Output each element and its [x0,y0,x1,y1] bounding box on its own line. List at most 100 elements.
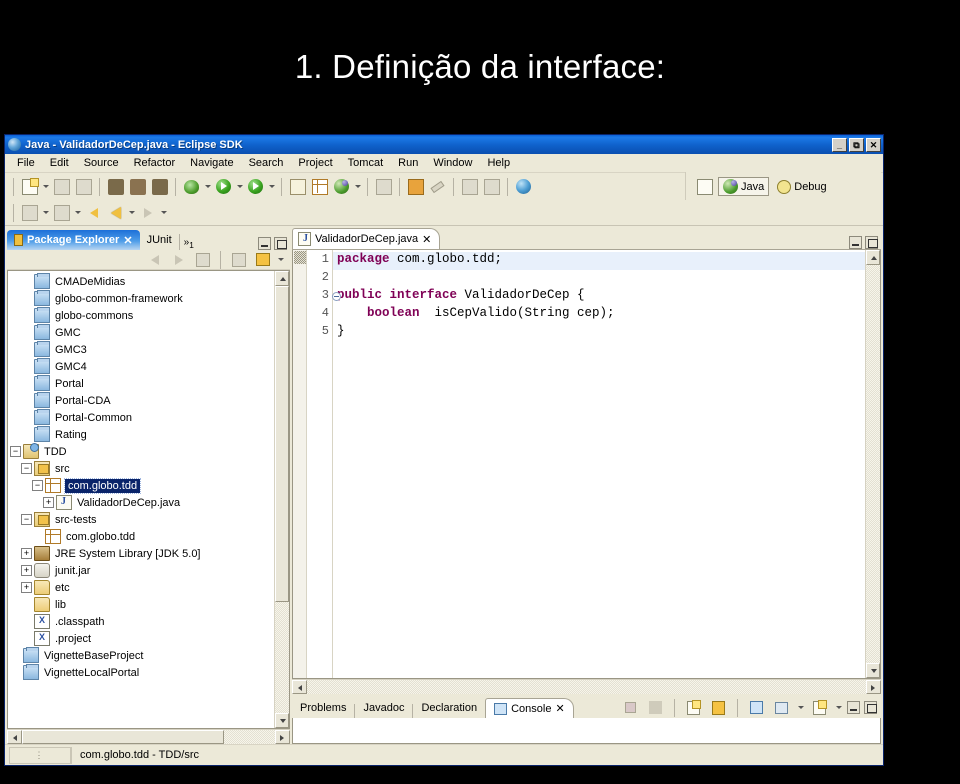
tomcat-restart-icon[interactable] [149,176,170,197]
menu-run[interactable]: Run [391,155,425,171]
run-icon[interactable] [213,176,234,197]
restore-button[interactable]: ⧉ [849,137,864,152]
back-icon[interactable] [105,202,126,223]
editor-tab-validadordecep[interactable]: ValidadorDeCep.java ✕ [292,228,441,249]
open-console-icon[interactable] [809,697,830,718]
save-icon[interactable] [51,176,72,197]
tab-overflow-chevron-icon[interactable]: »1 [180,237,198,250]
close-icon[interactable]: ✕ [555,702,564,715]
tomcat-start-icon[interactable] [105,176,126,197]
source-code[interactable]: package com.globo.tdd; public interface V… [333,250,865,678]
scroll-track[interactable] [275,286,289,713]
open-type-icon[interactable] [373,176,394,197]
back-dropdown-icon[interactable] [127,202,136,223]
minimize-view-button[interactable] [258,237,271,250]
editor-horizontal-scrollbar[interactable] [292,679,881,694]
menu-help[interactable]: Help [480,155,517,171]
tab-javadoc[interactable]: Javadoc [355,698,412,718]
run-external-tools-icon[interactable] [245,176,266,197]
tree-expand-toggle[interactable]: + [21,582,32,593]
new-java-project-icon[interactable] [287,176,308,197]
tree-item[interactable]: lib [8,596,274,613]
tree-item[interactable]: Rating [8,426,274,443]
search-icon[interactable] [405,176,426,197]
tree-item[interactable]: − com.globo.tdd [8,477,274,494]
tomcat-stop-icon[interactable] [127,176,148,197]
menu-file[interactable]: File [10,155,42,171]
tree-expand-toggle[interactable]: + [21,548,32,559]
restore-console-button[interactable] [847,701,860,714]
previous-annotation-icon[interactable] [51,202,72,223]
scroll-up-button[interactable] [866,250,880,265]
close-icon[interactable]: ✕ [422,233,431,246]
open-perspective-icon[interactable] [694,176,715,197]
link-with-editor-icon[interactable] [252,249,273,270]
scroll-track[interactable] [866,265,880,663]
scroll-right-button[interactable] [275,730,290,744]
tab-problems[interactable]: Problems [292,698,354,718]
tree-item[interactable]: − src [8,460,274,477]
tree-collapse-toggle[interactable]: − [32,480,43,491]
scroll-left-button[interactable] [7,730,22,744]
tree-item[interactable]: + ValidadorDeCep.java [8,494,274,511]
scroll-right-button[interactable] [866,680,881,694]
forward-icon[interactable] [137,202,158,223]
tree-item[interactable]: VignetteLocalPortal [8,664,274,681]
new-class-dropdown-icon[interactable] [353,176,362,197]
menu-tomcat[interactable]: Tomcat [341,155,390,171]
print-icon[interactable] [73,176,94,197]
tree-item[interactable]: GMC3 [8,341,274,358]
menu-source[interactable]: Source [77,155,126,171]
tree-item[interactable]: − src-tests [8,511,274,528]
next-annotation-dropdown-icon[interactable] [41,202,50,223]
tree-item[interactable]: globo-common-framework [8,290,274,307]
clear-console-icon[interactable] [683,697,704,718]
tree-item[interactable]: VignetteBaseProject [8,647,274,664]
back-icon[interactable] [144,249,165,270]
remove-all-terminated-icon[interactable] [645,697,666,718]
tree-item[interactable]: com.globo.tdd [8,528,274,545]
terminate-icon[interactable] [620,697,641,718]
tree-item[interactable]: .classpath [8,613,274,630]
display-console-dropdown-icon[interactable] [796,697,805,718]
pin-editor-icon[interactable] [459,176,480,197]
maximize-console-button[interactable] [864,701,877,714]
tree-expand-toggle[interactable]: + [43,497,54,508]
tree-item[interactable]: Portal-CDA [8,392,274,409]
edit-icon[interactable] [427,176,448,197]
package-explorer-tree[interactable]: CMADeMidias globo-common-framework globo-c… [8,271,274,728]
close-icon[interactable]: ✕ [123,234,132,247]
tree-item[interactable]: + JRE System Library [JDK 5.0] [8,545,274,562]
minimize-button[interactable]: _ [832,137,847,152]
next-annotation-icon[interactable] [19,202,40,223]
tree-expand-toggle[interactable]: + [21,565,32,576]
menu-refactor[interactable]: Refactor [127,155,183,171]
tree-collapse-toggle[interactable]: − [21,463,32,474]
menu-edit[interactable]: Edit [43,155,76,171]
maximize-editor-button[interactable] [865,236,878,249]
scroll-thumb[interactable] [22,730,225,744]
tree-item[interactable]: Portal-Common [8,409,274,426]
tree-collapse-toggle[interactable]: − [10,446,21,457]
up-icon[interactable] [192,249,213,270]
tree-item[interactable]: − TDD [8,443,274,460]
new-wizard-dropdown-icon[interactable] [41,176,50,197]
new-package-icon[interactable] [309,176,330,197]
forward-dropdown-icon[interactable] [159,202,168,223]
tree-item[interactable]: + etc [8,579,274,596]
console-output-panel[interactable] [292,718,881,744]
menu-project[interactable]: Project [291,155,339,171]
perspective-java[interactable]: Java [718,177,770,196]
scroll-left-button[interactable] [292,680,307,694]
scroll-up-button[interactable] [275,271,289,286]
tree-item[interactable]: GMC4 [8,358,274,375]
external-tools-dropdown-icon[interactable] [267,176,276,197]
tree-vertical-scrollbar[interactable] [274,271,289,728]
menu-navigate[interactable]: Navigate [183,155,240,171]
view-menu-icon[interactable] [276,249,285,270]
code-editor[interactable]: 1 2 34 5 package com.globo.tdd; public inter… [292,250,881,679]
debug-dropdown-icon[interactable] [203,176,212,197]
tree-item[interactable]: GMC [8,324,274,341]
close-button[interactable]: ✕ [866,137,881,152]
minimize-editor-button[interactable] [849,236,862,249]
